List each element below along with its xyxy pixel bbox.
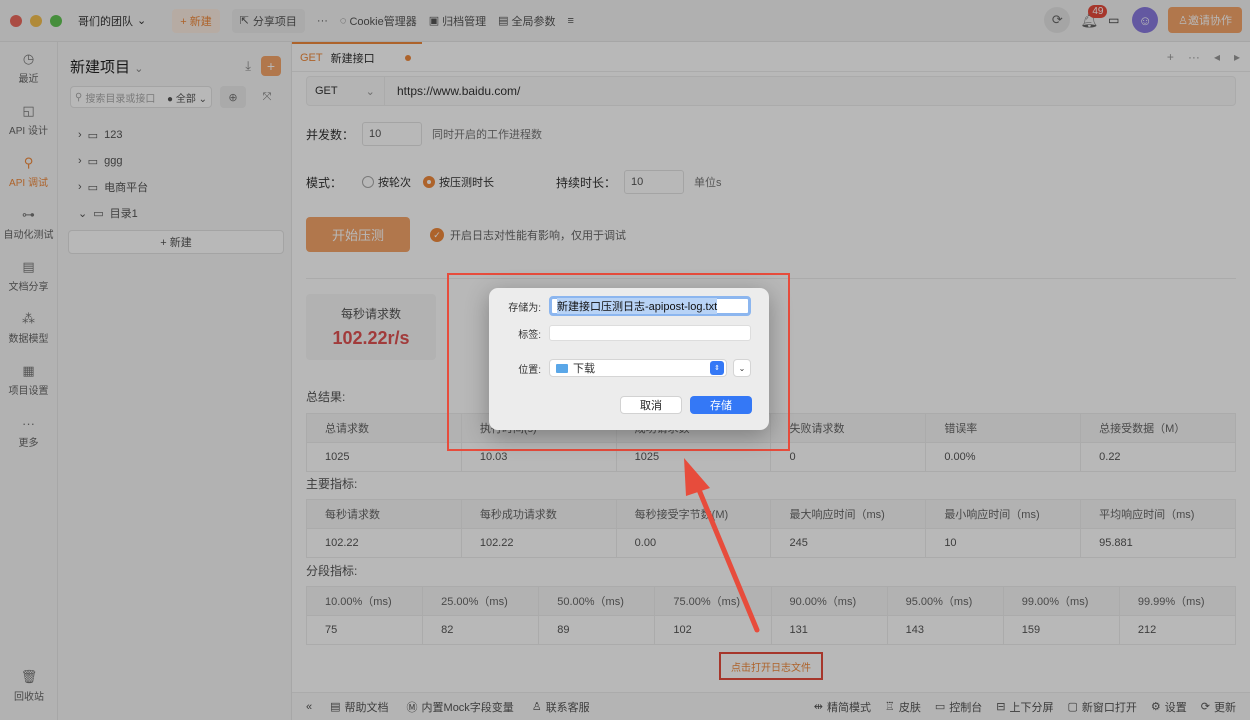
annotation-arrow xyxy=(684,458,760,633)
arrow-shaft xyxy=(694,482,760,633)
arrow-head xyxy=(684,458,710,496)
